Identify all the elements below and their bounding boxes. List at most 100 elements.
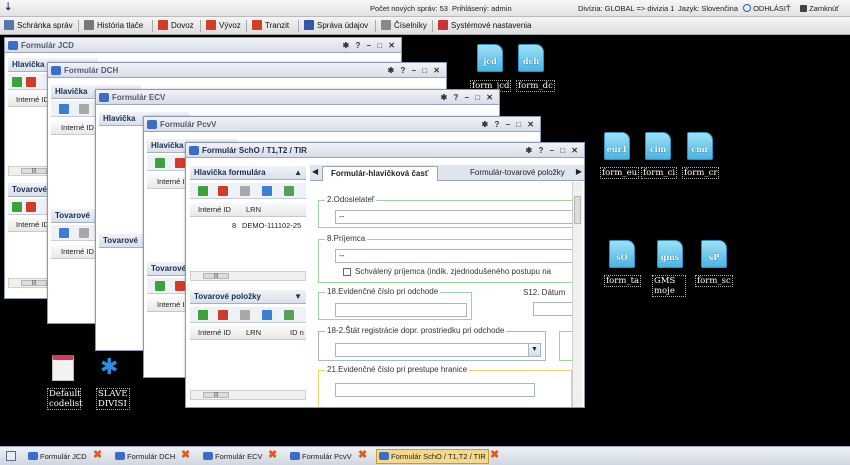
add-icon[interactable] <box>12 77 22 87</box>
window-controls[interactable]: ✱ ? – □ ✕ <box>343 38 397 53</box>
desktop-label-form-sP[interactable]: form_sc <box>695 275 733 287</box>
window-formular-scho[interactable]: Formulár SchO / T1,T2 / TIR ✱ ? – □ ✕ Hla… <box>185 142 585 408</box>
desktop-icon-form-sP[interactable]: sP <box>701 240 727 268</box>
close-icon[interactable]: ✖ <box>181 450 191 461</box>
language-selector[interactable]: Jazyk: Slovenčina <box>678 4 738 13</box>
delete-icon[interactable] <box>218 310 228 320</box>
tab-scroll-right[interactable]: ▶ <box>576 167 582 176</box>
desktop-label-form-cmr[interactable]: form_cr <box>682 167 720 179</box>
delete-icon[interactable] <box>175 158 185 168</box>
add-icon[interactable] <box>59 104 69 114</box>
logout-label: ODHLÁSIŤ <box>753 4 791 13</box>
menu-export[interactable]: Vývoz <box>206 19 241 33</box>
taskbar-item-pcvv[interactable]: Formulár PcvV <box>290 450 352 464</box>
close-icon[interactable]: ✖ <box>93 450 103 461</box>
desktop-label-form-dch[interactable]: form_dc <box>516 80 555 92</box>
add-icon[interactable] <box>198 186 208 196</box>
logout-button[interactable]: ODHLÁSIŤ <box>743 4 791 13</box>
refresh-icon[interactable] <box>262 310 272 320</box>
window-title-bar[interactable]: Formulár SchO / T1,T2 / TIR ✱ ? – □ ✕ <box>186 143 584 158</box>
menu-import[interactable]: Dovoz <box>158 19 194 33</box>
add-icon[interactable] <box>59 228 69 238</box>
slave-division-icon[interactable]: ✱ <box>100 355 124 379</box>
header-panel-title[interactable]: Hlavička formulára ▲ <box>190 166 306 180</box>
items-panel-title[interactable]: Tovarové položky ▼ <box>190 290 306 304</box>
window-title-bar[interactable]: Formulár PcvV ✱ ? – □ ✕ <box>144 117 540 132</box>
desktop-label-default-codelist[interactable]: Default codelist <box>47 388 83 410</box>
copy-icon[interactable] <box>240 186 250 196</box>
desktop-label-form-cim[interactable]: form_ci <box>641 167 678 179</box>
check-filter-icon[interactable] <box>284 310 294 320</box>
close-icon[interactable]: ✖ <box>490 450 500 461</box>
sender-combo[interactable]: -- <box>335 210 575 224</box>
window-title-bar[interactable]: Formulár ECV ✱ ? – □ ✕ <box>96 90 499 105</box>
menu-data-admin[interactable]: Správa údajov <box>304 19 368 33</box>
add-icon[interactable] <box>12 202 22 212</box>
delete-icon[interactable] <box>175 281 185 291</box>
window-controls[interactable]: ✱ ? – □ ✕ <box>441 90 495 105</box>
window-controls[interactable]: ✱ ? – □ ✕ <box>482 117 536 132</box>
form-icon <box>99 93 109 102</box>
menu-inbox[interactable]: Schránka správ <box>4 19 73 33</box>
window-title-bar[interactable]: Formulár JCD ✱ ? – □ ✕ <box>5 38 401 53</box>
taskbar-item-scho[interactable]: Formulár SchO / T1,T2 / TIR <box>376 449 489 464</box>
tab-header-part[interactable]: Formulár-hlavičková časť <box>322 166 438 181</box>
desktop-icon-form-cim[interactable]: cim <box>645 132 671 160</box>
menu-system-settings[interactable]: Systémové nastavenia <box>438 19 532 33</box>
delete-icon[interactable] <box>79 104 89 114</box>
taskbar-item-ecv[interactable]: Formulár ECV <box>203 450 263 464</box>
collapse-up-icon[interactable]: ▲ <box>294 166 302 179</box>
menu-transit[interactable]: Tranzit <box>252 19 289 33</box>
add-icon[interactable] <box>198 310 208 320</box>
tab-scroll-left[interactable]: ◀ <box>312 167 318 176</box>
lock-button[interactable]: Zamknúť <box>800 4 839 13</box>
refresh-icon[interactable] <box>262 186 272 196</box>
default-codelist-icon[interactable] <box>52 355 74 381</box>
start-icon[interactable] <box>6 451 16 461</box>
delete-icon[interactable] <box>26 202 36 212</box>
expand-down-icon[interactable]: ▼ <box>294 290 302 303</box>
window-title-bar[interactable]: Formulár DCH ✱ ? – □ ✕ <box>48 63 446 78</box>
scroll-thumb[interactable] <box>574 196 581 224</box>
registration-state-combo[interactable]: ▼ <box>335 343 541 357</box>
desktop-label-gms[interactable]: GMS moje <box>652 275 686 297</box>
vertical-scrollbar[interactable] <box>572 182 582 407</box>
approved-receiver-checkbox[interactable] <box>343 268 351 276</box>
close-icon[interactable]: ✖ <box>358 450 368 461</box>
horizontal-scrollbar[interactable]: ||| <box>190 271 306 281</box>
table-row[interactable]: 8 DEMO-111102-25 <box>190 219 306 232</box>
desktop-label-slave-division[interactable]: SLAVE DIVISI <box>96 388 130 410</box>
form-icon <box>379 452 389 460</box>
border-crossing-id-input[interactable] <box>335 383 535 397</box>
desktop-icon-form-eur1[interactable]: eur1 <box>604 132 630 160</box>
tab-goods-items[interactable]: Formulár-tovarové položky <box>462 166 573 181</box>
add-icon[interactable] <box>155 158 165 168</box>
chevron-down-icon[interactable]: ▼ <box>528 344 540 356</box>
horizontal-scrollbar[interactable]: ||| <box>190 390 306 400</box>
desktop-label-form-eur1[interactable]: form_eu <box>600 167 640 179</box>
receiver-combo[interactable]: -- <box>335 249 575 263</box>
desktop-icon-form-jcd[interactable]: jcd <box>477 44 503 72</box>
desktop-label-form-sO[interactable]: form_ta <box>604 275 642 287</box>
delete-icon[interactable] <box>218 186 228 196</box>
desktop-icon-form-cmr[interactable]: cmr <box>687 132 713 160</box>
close-icon[interactable]: ✖ <box>268 450 278 461</box>
departure-id-input[interactable] <box>335 303 467 317</box>
add-icon[interactable] <box>155 281 165 291</box>
s12-date-input[interactable] <box>533 302 573 316</box>
division-selector[interactable]: Divízia: GLOBAL => divizia 1 <box>578 4 674 13</box>
delete-icon[interactable] <box>26 77 36 87</box>
delete-icon[interactable] <box>79 228 89 238</box>
copy-icon[interactable] <box>240 310 250 320</box>
desktop-icon-form-sO[interactable]: sO <box>609 240 635 268</box>
desktop-icon-gms[interactable]: gms <box>657 240 683 268</box>
window-controls[interactable]: ✱ ? – □ ✕ <box>388 63 442 78</box>
taskbar-item-dch[interactable]: Formulár DCH <box>115 450 175 464</box>
desktop-icon-form-dch[interactable]: dch <box>518 44 544 72</box>
menu-print-history[interactable]: História tlače <box>84 19 143 33</box>
window-controls[interactable]: ✱ ? – □ ✕ <box>526 143 580 158</box>
new-messages-count[interactable]: Počet nových správ: 53 <box>370 4 448 13</box>
menu-codelists[interactable]: Číselníky <box>381 19 427 33</box>
taskbar-item-jcd[interactable]: Formulár JCD <box>28 450 87 464</box>
check-filter-icon[interactable] <box>284 186 294 196</box>
